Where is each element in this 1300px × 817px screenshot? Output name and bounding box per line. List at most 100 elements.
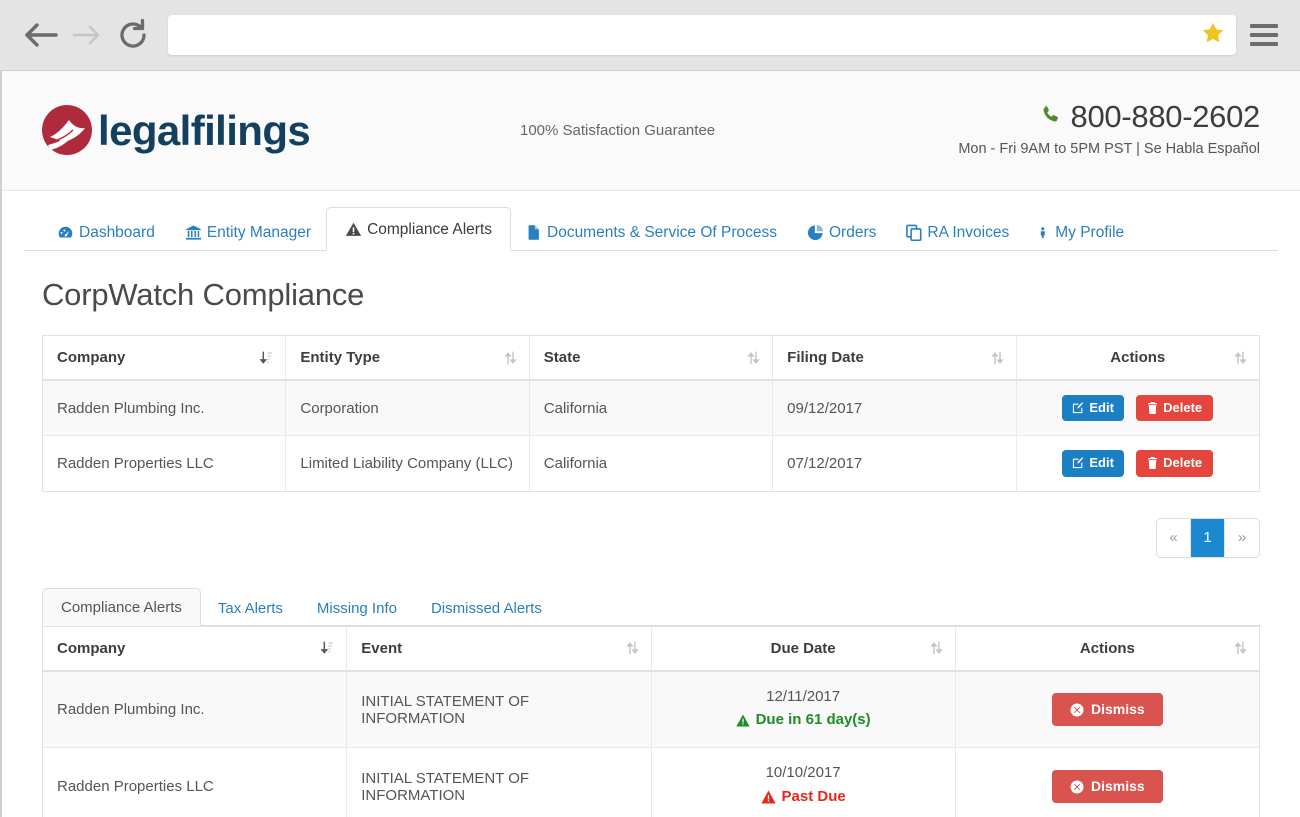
entities-pager-box: «1» bbox=[1156, 518, 1260, 558]
sub-tab-label: Missing Info bbox=[317, 600, 397, 617]
reload-button[interactable] bbox=[110, 12, 156, 58]
nav-tab-entity-manager[interactable]: Entity Manager bbox=[170, 214, 326, 251]
circle-x-icon bbox=[1070, 780, 1084, 794]
edit-button[interactable]: Edit bbox=[1062, 395, 1124, 421]
browser-toolbar bbox=[0, 0, 1300, 71]
hamburger-menu-icon[interactable] bbox=[1250, 20, 1280, 50]
url-input[interactable] bbox=[178, 26, 1194, 45]
copy-icon bbox=[906, 224, 922, 241]
cell-company: Radden Plumbing Inc. bbox=[43, 671, 347, 748]
column-header-company[interactable]: Company bbox=[43, 626, 347, 671]
nav-tab-my-profile[interactable]: My Profile bbox=[1024, 214, 1139, 251]
pagination-next-button[interactable]: » bbox=[1225, 519, 1259, 557]
column-header-label: Event bbox=[361, 640, 402, 657]
sort-indicator-icon[interactable] bbox=[504, 351, 517, 365]
sort-indicator-icon[interactable] bbox=[930, 641, 943, 655]
column-header-entity-type[interactable]: Entity Type bbox=[286, 336, 529, 381]
reload-icon bbox=[116, 18, 150, 52]
alerts-table-head: Company Event Due Date Actions bbox=[43, 626, 1260, 671]
due-date-value: 10/10/2017 bbox=[666, 762, 941, 784]
circle-x-icon bbox=[1070, 703, 1084, 717]
back-button[interactable] bbox=[18, 12, 64, 58]
table-row: Radden Plumbing Inc.INITIAL STATEMENT OF… bbox=[43, 671, 1260, 748]
trash-icon bbox=[1147, 402, 1158, 414]
sub-tab-tax-alerts[interactable]: Tax Alerts bbox=[201, 591, 300, 626]
delete-button[interactable]: Delete bbox=[1136, 450, 1213, 476]
pie-chart-icon bbox=[807, 224, 824, 241]
edit-button[interactable]: Edit bbox=[1062, 450, 1124, 476]
sub-tab-dismissed-alerts[interactable]: Dismissed Alerts bbox=[414, 591, 559, 626]
nav-tab-compliance-alerts[interactable]: Compliance Alerts bbox=[326, 207, 511, 251]
phone-number: 800-880-2602 bbox=[1071, 99, 1260, 135]
column-header-label: State bbox=[544, 349, 581, 366]
column-header-filing-date[interactable]: Filing Date bbox=[773, 336, 1016, 381]
main-content: CorpWatch Compliance Company Entity Type… bbox=[2, 277, 1300, 817]
cell-event: INITIAL STATEMENT OF INFORMATION bbox=[347, 671, 651, 748]
column-header-label: Entity Type bbox=[300, 349, 380, 366]
main-nav-wrapper: Dashboard Entity Manager Compliance Aler… bbox=[2, 211, 1300, 251]
table-row: Radden Properties LLCLimited Liability C… bbox=[43, 436, 1260, 491]
warning-triangle-red-icon bbox=[761, 790, 776, 804]
arrow-right-icon bbox=[72, 22, 102, 48]
forward-button bbox=[64, 12, 110, 58]
nav-tab-orders[interactable]: Orders bbox=[792, 214, 891, 251]
sort-indicator-icon[interactable] bbox=[626, 641, 639, 655]
bank-icon bbox=[185, 224, 202, 241]
column-header-actions[interactable]: Actions bbox=[1016, 336, 1259, 381]
column-header-due-date[interactable]: Due Date bbox=[651, 626, 955, 671]
edit-button-label: Edit bbox=[1089, 456, 1114, 470]
sort-indicator-icon[interactable] bbox=[991, 351, 1004, 365]
cell-due-date: 12/11/2017 Due in 61 day(s) bbox=[651, 671, 955, 748]
entities-header-row: Company Entity Type State Filing Date Ac… bbox=[43, 336, 1260, 381]
pencil-edit-icon bbox=[1072, 402, 1084, 414]
due-date-block: 10/10/2017 Past Due bbox=[666, 762, 941, 810]
column-header-event[interactable]: Event bbox=[347, 626, 651, 671]
pagination-prev-button[interactable]: « bbox=[1157, 519, 1191, 557]
nav-tab-ra-invoices[interactable]: RA Invoices bbox=[891, 214, 1024, 251]
cell-company: Radden Properties LLC bbox=[43, 748, 347, 817]
sort-indicator-icon[interactable] bbox=[1234, 351, 1247, 365]
brand-logo[interactable]: legalfilings bbox=[40, 103, 310, 159]
sort-indicator-icon[interactable] bbox=[260, 351, 273, 365]
dismiss-button[interactable]: Dismiss bbox=[1052, 693, 1163, 726]
alerts-table: Company Event Due Date Actions Radden Pl… bbox=[42, 626, 1260, 817]
pagination-page-button[interactable]: 1 bbox=[1191, 519, 1225, 557]
phone-row[interactable]: 800-880-2602 bbox=[958, 99, 1260, 135]
sort-indicator-icon[interactable] bbox=[747, 351, 760, 365]
table-row: Radden Plumbing Inc.CorporationCaliforni… bbox=[43, 380, 1260, 436]
sub-tab-missing-info[interactable]: Missing Info bbox=[300, 591, 414, 626]
delete-button[interactable]: Delete bbox=[1136, 395, 1213, 421]
phone-icon bbox=[1039, 103, 1063, 132]
nav-tab-label: RA Invoices bbox=[927, 225, 1009, 241]
warning-triangle-green-icon bbox=[736, 714, 750, 727]
alerts-sub-tabs: Compliance AlertsTax Alerts Missing Info D… bbox=[42, 588, 1260, 626]
page-viewport: legalfilings 100% Satisfaction Guarantee… bbox=[0, 71, 1300, 817]
dismiss-button[interactable]: Dismiss bbox=[1052, 770, 1163, 803]
sub-tab-label: Dismissed Alerts bbox=[431, 600, 542, 617]
column-header-label: Actions bbox=[1080, 640, 1135, 657]
sub-tab-compliance-alerts[interactable]: Compliance Alerts bbox=[42, 588, 201, 626]
cell-entity-type: Limited Liability Company (LLC) bbox=[286, 436, 529, 491]
sort-indicator-icon[interactable] bbox=[1234, 641, 1247, 655]
person-icon bbox=[1039, 224, 1050, 241]
alerts-header-row: Company Event Due Date Actions bbox=[43, 626, 1260, 671]
dismiss-button-label: Dismiss bbox=[1091, 702, 1145, 717]
cell-entity-type: Corporation bbox=[286, 380, 529, 436]
sort-indicator-icon[interactable] bbox=[321, 641, 334, 655]
dismiss-button-label: Dismiss bbox=[1091, 779, 1145, 794]
nav-tab-dashboard[interactable]: Dashboard bbox=[42, 214, 170, 251]
cell-filing-date: 09/12/2017 bbox=[773, 380, 1016, 436]
column-header-company[interactable]: Company bbox=[43, 336, 286, 381]
column-header-state[interactable]: State bbox=[529, 336, 772, 381]
alerts-table-wrapper: Company Event Due Date Actions Radden Pl… bbox=[42, 626, 1260, 817]
column-header-actions[interactable]: Actions bbox=[955, 626, 1259, 671]
nav-tab-label: Compliance Alerts bbox=[367, 222, 492, 238]
cell-company: Radden Plumbing Inc. bbox=[43, 380, 286, 436]
cell-due-date: 10/10/2017 Past Due bbox=[651, 748, 955, 817]
address-bar[interactable] bbox=[168, 15, 1236, 55]
star-icon[interactable] bbox=[1200, 20, 1226, 51]
dashboard-icon bbox=[57, 224, 74, 241]
nav-tab-documents-service-of-process[interactable]: Documents & Service Of Process bbox=[511, 214, 792, 251]
cell-company: Radden Properties LLC bbox=[43, 436, 286, 491]
cell-actions: Dismiss bbox=[955, 748, 1259, 817]
